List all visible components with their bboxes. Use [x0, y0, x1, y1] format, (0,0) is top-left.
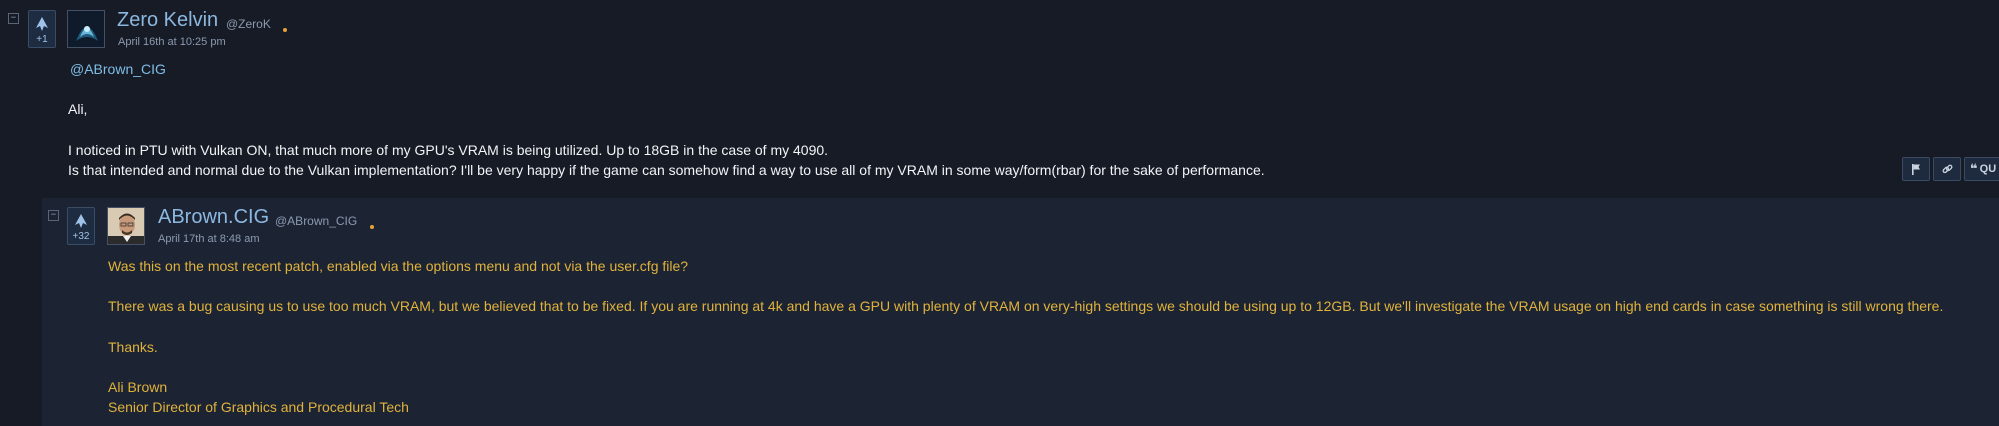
- post-line: I noticed in PTU with Vulkan ON, that mu…: [68, 142, 829, 158]
- upvote-icon: [75, 214, 87, 228]
- vote-count: +1: [36, 34, 48, 45]
- collapse-toggle-icon[interactable]: −: [48, 210, 59, 221]
- reply-line: Was this on the most recent patch, enabl…: [108, 258, 689, 274]
- reply-line: Thanks.: [108, 339, 158, 355]
- author-handle: @ABrown_CIG: [275, 214, 358, 228]
- reply-line: There was a bug causing us to use too mu…: [108, 298, 1944, 314]
- author-name[interactable]: ABrown.CIG: [158, 206, 269, 229]
- flag-icon: [1912, 163, 1920, 175]
- online-indicator: [283, 28, 287, 32]
- upvote-button[interactable]: +1: [28, 10, 56, 48]
- upvote-button[interactable]: +32: [67, 207, 95, 245]
- vote-count: +32: [72, 231, 90, 242]
- upvote-icon: [36, 17, 48, 31]
- quote-button[interactable]: ❝ QU: [1964, 157, 1999, 181]
- reply-abrown-cig: − +32 ABrown.CIG @ABrown_CIG April 17th …: [42, 198, 1999, 426]
- post-timestamp[interactable]: April 16th at 10:25 pm: [118, 36, 226, 48]
- author-name[interactable]: Zero Kelvin: [117, 9, 218, 32]
- avatar[interactable]: [107, 207, 145, 245]
- post-actions: ❝ QU: [1902, 157, 1999, 181]
- quote-label: QU: [1979, 163, 1997, 175]
- online-indicator: [370, 225, 374, 229]
- reply-timestamp[interactable]: April 17th at 8:48 am: [158, 233, 260, 245]
- collapse-toggle-icon[interactable]: −: [8, 13, 19, 24]
- post-line: Is that intended and normal due to the V…: [68, 162, 1265, 178]
- report-button[interactable]: [1902, 157, 1930, 181]
- quote-icon: ❝: [1970, 161, 1978, 177]
- permalink-button[interactable]: [1933, 157, 1961, 181]
- user-mention[interactable]: @ABrown_CIG: [70, 61, 166, 77]
- post-line: Ali,: [68, 101, 88, 117]
- reply-line: Senior Director of Graphics and Procedur…: [108, 399, 409, 415]
- avatar[interactable]: [67, 10, 105, 48]
- reply-line: Ali Brown: [108, 379, 168, 395]
- author-handle: @ZeroK: [226, 17, 271, 31]
- link-icon: [1942, 164, 1952, 173]
